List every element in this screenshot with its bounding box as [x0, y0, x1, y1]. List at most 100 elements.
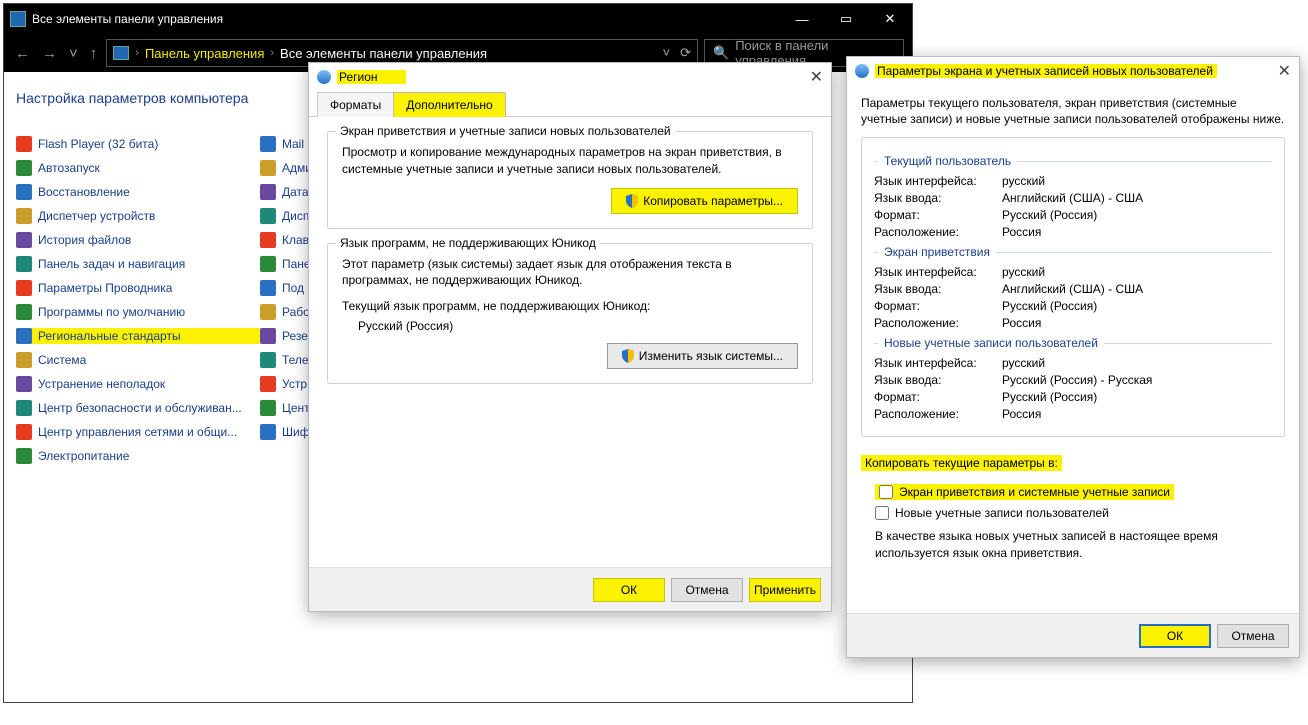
- item-icon: [16, 232, 32, 248]
- checkbox-welcome[interactable]: [879, 485, 893, 499]
- checkbox-new[interactable]: [875, 506, 889, 520]
- item-icon: [260, 376, 276, 392]
- chevron-icon: ›: [135, 47, 139, 59]
- region-footer: ОК Отмена Применить: [309, 567, 831, 611]
- globe-icon: [855, 64, 869, 78]
- item-icon: [16, 256, 32, 272]
- refresh-icon[interactable]: ⟳: [680, 45, 691, 61]
- app-icon: [10, 11, 26, 27]
- item-icon: [16, 184, 32, 200]
- item-icon: [16, 448, 32, 464]
- item-icon: [260, 184, 276, 200]
- breadcrumb-2[interactable]: Все элементы панели управления: [280, 46, 487, 61]
- close-button[interactable]: ✕: [810, 67, 823, 87]
- globe-icon: [317, 70, 331, 84]
- item-icon: [16, 304, 32, 320]
- welcome-description: Параметры текущего пользователя, экран п…: [861, 95, 1285, 127]
- search-icon: 🔍: [713, 45, 729, 61]
- item-icon: [260, 160, 276, 176]
- up-button[interactable]: ↑: [87, 45, 101, 62]
- welcome-accounts-group: Экран приветствия и учетные записи новых…: [327, 131, 813, 229]
- item-icon: [16, 280, 32, 296]
- copy-settings-button[interactable]: Копировать параметры...: [611, 188, 798, 214]
- ok-button[interactable]: ОК: [593, 578, 665, 602]
- cp-item[interactable]: Параметры Проводника: [16, 280, 260, 296]
- group-desc: Просмотр и копирование международных пар…: [342, 144, 798, 178]
- back-button[interactable]: ←: [12, 45, 33, 62]
- welcome-footer: ОК Отмена: [847, 613, 1299, 657]
- control-panel-icon: [113, 46, 129, 60]
- welcome-note: В качестве языка новых учетных записей в…: [875, 528, 1285, 560]
- recent-button[interactable]: ˅: [66, 45, 81, 62]
- current-language-value: Русский (Россия): [342, 319, 798, 333]
- region-titlebar[interactable]: Регион ✕: [309, 63, 831, 91]
- tab-formats[interactable]: Форматы: [317, 92, 394, 117]
- window-title: Все элементы панели управления: [32, 12, 223, 26]
- region-tabs: Форматы Дополнительно: [309, 91, 831, 117]
- cancel-button[interactable]: Отмена: [671, 578, 743, 602]
- cp-item[interactable]: Центр безопасности и обслуживан...: [16, 400, 260, 416]
- close-button[interactable]: ✕: [1278, 61, 1291, 81]
- item-icon: [16, 160, 32, 176]
- cp-item[interactable]: Программы по умолчанию: [16, 304, 260, 320]
- dropdown-icon[interactable]: ˅: [663, 45, 671, 61]
- shield-icon: [622, 349, 634, 363]
- non-unicode-group: Язык программ, не поддерживающих Юникод …: [327, 243, 813, 385]
- item-icon: [16, 328, 32, 344]
- item-icon: [260, 328, 276, 344]
- item-icon: [16, 136, 32, 152]
- item-icon: [260, 400, 276, 416]
- subhead-new-user: Новые учетные записи пользователей: [874, 336, 1272, 350]
- subhead-welcome: Экран приветствия: [874, 245, 1272, 259]
- group-legend: Экран приветствия и учетные записи новых…: [336, 124, 675, 138]
- cp-item[interactable]: История файлов: [16, 232, 260, 248]
- item-icon: [16, 352, 32, 368]
- item-icon: [16, 424, 32, 440]
- item-icon: [260, 424, 276, 440]
- cp-item[interactable]: Панель задач и навигация: [16, 256, 260, 272]
- breadcrumb-1[interactable]: Панель управления: [145, 46, 264, 61]
- cancel-button[interactable]: Отмена: [1217, 624, 1289, 648]
- cp-item[interactable]: Система: [16, 352, 260, 368]
- cp-item[interactable]: Flash Player (32 бита): [16, 136, 260, 152]
- welcome-titlebar[interactable]: Параметры экрана и учетных записей новых…: [847, 57, 1299, 85]
- check-new-accounts[interactable]: Новые учетные записи пользователей: [875, 506, 1285, 520]
- group-desc: Этот параметр (язык системы) задает язык…: [342, 256, 798, 290]
- shield-icon: [626, 194, 638, 208]
- change-system-locale-button[interactable]: Изменить язык системы...: [607, 343, 798, 369]
- cp-item[interactable]: Восстановление: [16, 184, 260, 200]
- welcome-title: Параметры экрана и учетных записей новых…: [875, 64, 1217, 78]
- close-button[interactable]: ✕: [868, 4, 912, 34]
- cp-item[interactable]: Диспетчер устройств: [16, 208, 260, 224]
- titlebar[interactable]: Все элементы панели управления — ▭ ✕: [4, 4, 912, 34]
- item-icon: [16, 376, 32, 392]
- cp-item[interactable]: Автозапуск: [16, 160, 260, 176]
- copy-params-label: Копировать текущие параметры в:: [861, 455, 1062, 471]
- region-dialog: Регион ✕ Форматы Дополнительно Экран при…: [308, 62, 832, 612]
- item-icon: [16, 400, 32, 416]
- cp-item[interactable]: Устранение неполадок: [16, 376, 260, 392]
- item-icon: [260, 256, 276, 272]
- item-icon: [260, 136, 276, 152]
- cp-item[interactable]: Региональные стандарты: [16, 328, 260, 344]
- tab-additional[interactable]: Дополнительно: [393, 92, 505, 117]
- ok-button[interactable]: ОК: [1139, 624, 1211, 648]
- item-icon: [260, 304, 276, 320]
- region-title: Регион: [337, 70, 406, 84]
- cp-item[interactable]: Центр управления сетями и общи...: [16, 424, 260, 440]
- chevron-icon: ›: [270, 47, 274, 59]
- check-welcome-screen[interactable]: Экран приветствия и системные учетные за…: [875, 484, 1174, 500]
- group-legend: Язык программ, не поддерживающих Юникод: [336, 236, 600, 250]
- item-icon: [260, 232, 276, 248]
- current-language-label: Текущий язык программ, не поддерживающих…: [342, 299, 798, 313]
- forward-button[interactable]: →: [39, 45, 60, 62]
- cp-item[interactable]: Электропитание: [16, 448, 260, 464]
- settings-group: Текущий пользователь Язык интерфейса:рус…: [861, 137, 1285, 437]
- maximize-button[interactable]: ▭: [824, 4, 868, 34]
- apply-button[interactable]: Применить: [749, 578, 821, 602]
- item-icon: [260, 352, 276, 368]
- welcome-settings-dialog: Параметры экрана и учетных записей новых…: [846, 56, 1300, 658]
- minimize-button[interactable]: —: [780, 4, 824, 34]
- item-icon: [260, 280, 276, 296]
- item-icon: [260, 208, 276, 224]
